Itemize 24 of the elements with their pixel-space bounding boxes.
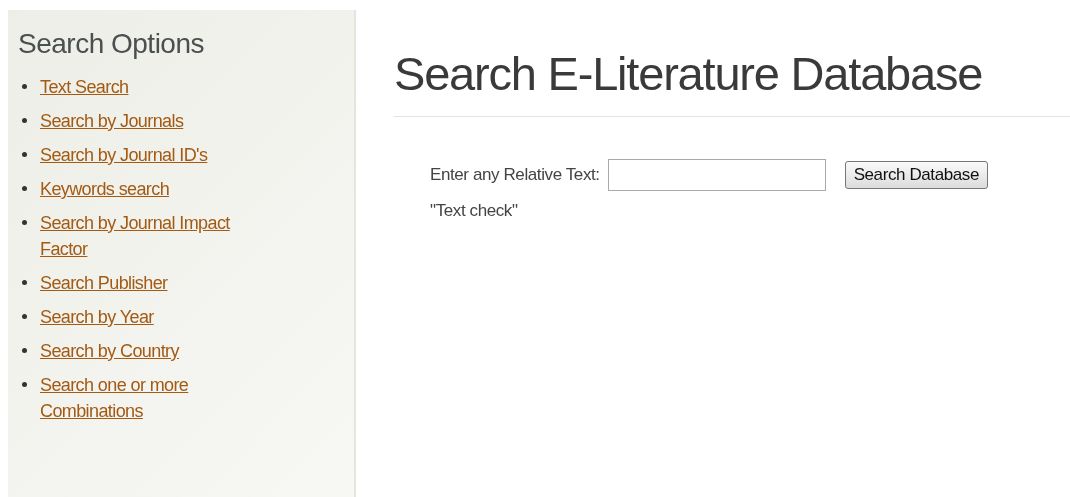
- sidebar-link[interactable]: Search by Year: [40, 304, 154, 330]
- sidebar-link[interactable]: Search one or more Combinations: [40, 372, 265, 424]
- sidebar-link[interactable]: Search Publisher: [40, 270, 168, 296]
- bullet-icon: [22, 280, 27, 285]
- search-field[interactable]: [607, 159, 826, 191]
- bullet-icon: [22, 314, 27, 319]
- bullet-icon: [22, 118, 27, 123]
- sidebar-link[interactable]: Search by Journal Impact Factor: [40, 210, 265, 262]
- sidebar-title: Search Options: [18, 28, 205, 60]
- sidebar-link[interactable]: Search by Journal ID's: [40, 142, 208, 168]
- bullet-icon: [22, 348, 27, 353]
- bullet-icon: [22, 382, 27, 387]
- bullet-icon: [22, 84, 27, 89]
- sidebar-link[interactable]: Text Search: [40, 74, 129, 100]
- sidebar-link[interactable]: Search by Journals: [40, 108, 184, 134]
- sidebar-link[interactable]: Keywords search: [40, 176, 170, 202]
- bullet-icon: [22, 152, 27, 157]
- field-label: Enter any Relative Text:: [430, 165, 600, 185]
- sidebar-link[interactable]: Search by Country: [40, 338, 179, 364]
- bullet-icon: [22, 186, 27, 191]
- search-button[interactable]: Search Database: [844, 161, 988, 189]
- result-text: "Text check": [430, 201, 519, 221]
- bullet-icon: [22, 220, 27, 225]
- page-title: Search E-Literature Database: [394, 46, 984, 102]
